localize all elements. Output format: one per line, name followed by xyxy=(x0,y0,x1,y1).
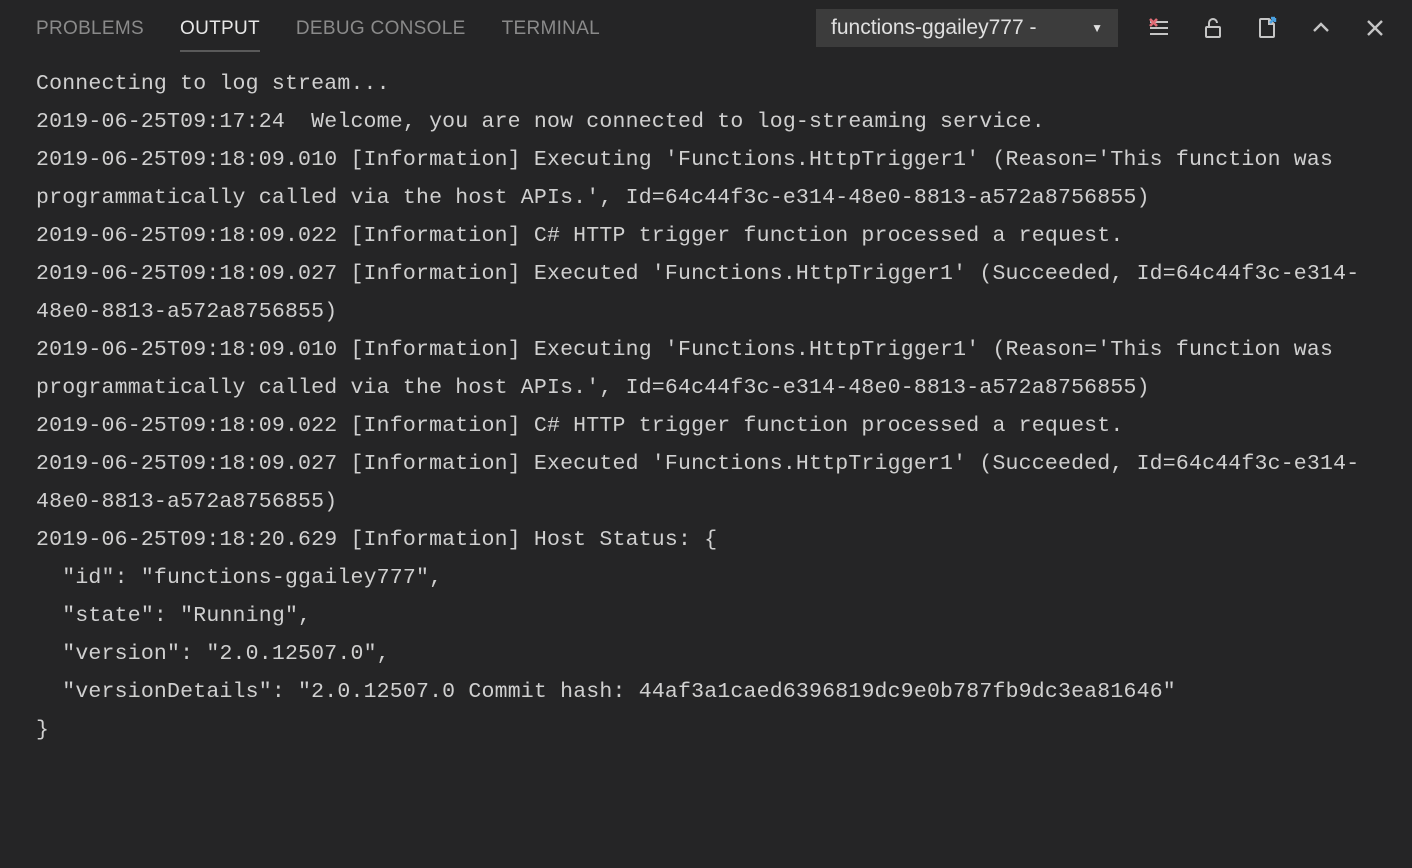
output-log-body[interactable]: Connecting to log stream...2019-06-25T09… xyxy=(0,55,1412,759)
tab-problems[interactable]: PROBLEMS xyxy=(36,4,144,52)
log-line: 2019-06-25T09:18:09.022 [Information] C#… xyxy=(36,217,1376,255)
log-line: 2019-06-25T09:18:09.010 [Information] Ex… xyxy=(36,141,1376,217)
log-line: 2019-06-25T09:18:09.027 [Information] Ex… xyxy=(36,255,1376,331)
log-line: Connecting to log stream... xyxy=(36,65,1376,103)
panel-actions xyxy=(1146,15,1388,41)
panel-tabs: PROBLEMS OUTPUT DEBUG CONSOLE TERMINAL xyxy=(36,4,600,52)
clear-output-icon[interactable] xyxy=(1146,15,1172,41)
output-channel-dropdown[interactable]: functions-ggailey777 - ▼ xyxy=(816,9,1118,47)
log-line: 2019-06-25T09:18:09.027 [Information] Ex… xyxy=(36,445,1376,521)
panel-header: PROBLEMS OUTPUT DEBUG CONSOLE TERMINAL f… xyxy=(0,0,1412,55)
tab-output[interactable]: OUTPUT xyxy=(180,4,260,52)
log-line: 2019-06-25T09:18:09.010 [Information] Ex… xyxy=(36,331,1376,407)
log-line: "version": "2.0.12507.0", xyxy=(36,635,1376,673)
open-file-icon[interactable] xyxy=(1254,15,1280,41)
tab-debug-console[interactable]: DEBUG CONSOLE xyxy=(296,4,466,52)
log-line: 2019-06-25T09:18:20.629 [Information] Ho… xyxy=(36,521,1376,559)
log-line: "versionDetails": "2.0.12507.0 Commit ha… xyxy=(36,673,1376,711)
log-line: "state": "Running", xyxy=(36,597,1376,635)
tab-terminal[interactable]: TERMINAL xyxy=(502,4,600,52)
chevron-down-icon: ▼ xyxy=(1091,21,1103,35)
dropdown-selected-label: functions-ggailey777 - xyxy=(831,16,1036,40)
close-panel-icon[interactable] xyxy=(1362,15,1388,41)
log-line: } xyxy=(36,711,1376,749)
log-line: "id": "functions-ggailey777", xyxy=(36,559,1376,597)
log-line: 2019-06-25T09:18:09.022 [Information] C#… xyxy=(36,407,1376,445)
collapse-panel-icon[interactable] xyxy=(1308,15,1334,41)
lock-scroll-icon[interactable] xyxy=(1200,15,1226,41)
log-line: 2019-06-25T09:17:24 Welcome, you are now… xyxy=(36,103,1376,141)
